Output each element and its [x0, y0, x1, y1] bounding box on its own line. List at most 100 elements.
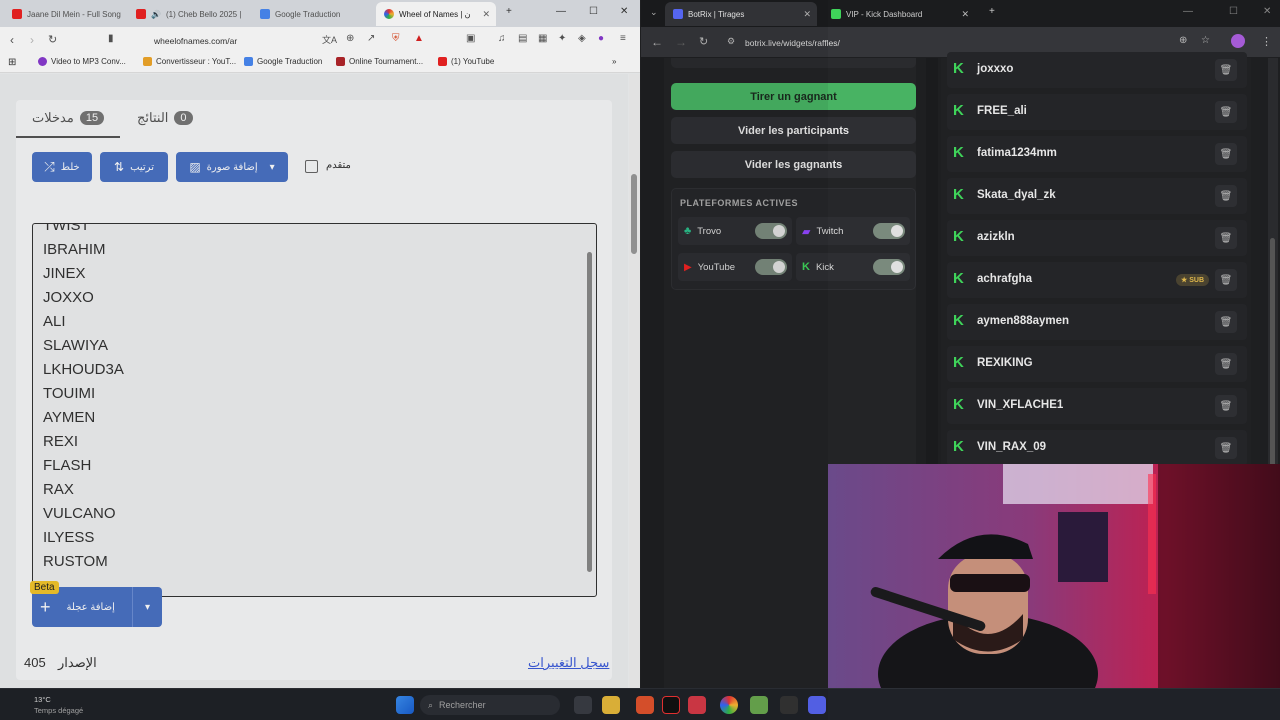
draw-winner-button[interactable]: Tirer un gagnant [671, 83, 916, 110]
bookmark-icon[interactable]: ▮ [108, 33, 114, 44]
sidebar-icon[interactable]: ▣ [466, 33, 475, 44]
site-info-icon[interactable]: ⚙ [727, 36, 735, 47]
trovo-toggle[interactable] [755, 223, 787, 239]
scrollbar-thumb[interactable] [631, 174, 637, 254]
sort-button[interactable]: ⇅ ترتيب [100, 152, 168, 182]
close-tab-icon[interactable]: ✕ [803, 9, 811, 20]
profile-avatar[interactable] [1231, 34, 1245, 48]
minimize-button[interactable]: — [1183, 6, 1193, 17]
brave-shield-icon[interactable]: ⛨ [392, 33, 400, 44]
entries-textarea[interactable]: TWIST IBRAHIM JINEX JOXXO ALI SLAWIYA LK… [32, 223, 597, 597]
profile-icon[interactable]: ● [598, 33, 604, 44]
reload-icon[interactable]: ↻ [699, 35, 708, 48]
bookmark-item[interactable]: Online Tournament... [336, 57, 423, 66]
clear-winners-button[interactable]: Vider les gagnants [671, 151, 916, 178]
browser-tab-active[interactable]: BotRix | Tirages ✕ [665, 2, 817, 26]
maximize-button[interactable]: ☐ [589, 6, 598, 17]
trash-icon[interactable]: 🗑 [1215, 269, 1237, 291]
start-icon[interactable] [396, 696, 414, 714]
weather-temp[interactable]: 13°C [34, 695, 51, 704]
address-bar[interactable]: wheelofnames.com/ar [154, 36, 237, 46]
browser-tab-active[interactable]: Wheel of Names | ن ✕ [376, 2, 496, 26]
bookmark-item[interactable]: (1) YouTube [438, 57, 494, 66]
vpn-icon[interactable]: ◈ [578, 33, 586, 44]
streamer-webcam-image [828, 464, 1280, 688]
tiktok-icon[interactable] [662, 696, 680, 714]
apps-icon[interactable]: ⊞ [8, 57, 16, 68]
back-icon[interactable]: ← [651, 35, 663, 49]
twitch-toggle[interactable] [873, 223, 905, 239]
address-bar[interactable]: botrix.live/widgets/raffles/ [745, 38, 840, 48]
kick-icon: K [953, 354, 964, 371]
zoom-icon[interactable]: ⊕ [346, 33, 354, 44]
forward-icon[interactable]: → [675, 35, 687, 49]
close-tab-icon[interactable]: ✕ [482, 9, 490, 20]
trash-icon[interactable]: 🗑 [1215, 59, 1237, 81]
entry-line: JOXXO [43, 289, 94, 306]
app-t-icon[interactable] [688, 696, 706, 714]
reader-icon[interactable]: ▤ [518, 33, 527, 44]
browser-tab[interactable]: 🔊 (1) Cheb Bello 2025 | [128, 2, 246, 26]
bookmark-item[interactable]: Video to MP3 Conv... [38, 57, 126, 66]
trash-icon[interactable]: 🗑 [1215, 311, 1237, 333]
textarea-scrollbar[interactable] [587, 252, 592, 572]
add-image-button[interactable]: ▨ إضافة صورة ▾ [176, 152, 288, 182]
browser-tab[interactable]: Jaane Dil Mein - Full Song [4, 2, 122, 26]
clear-participants-button[interactable]: Vider les participants [671, 117, 916, 144]
shuffle-icon: ⤮ [44, 159, 55, 174]
trash-icon[interactable]: 🗑 [1215, 185, 1237, 207]
chrome-icon[interactable] [720, 696, 738, 714]
close-window-button[interactable]: ✕ [1263, 6, 1271, 17]
star-icon[interactable]: ☆ [1201, 35, 1210, 46]
kick-toggle[interactable] [873, 259, 905, 275]
shuffle-button[interactable]: ⤮ خلط [32, 152, 92, 182]
tab-entries[interactable]: مدخلات 15 [32, 110, 105, 126]
file-explorer-icon[interactable] [602, 696, 620, 714]
more-bookmarks-icon[interactable]: » [612, 57, 616, 66]
scrollbar-thumb[interactable] [1270, 238, 1275, 488]
tab-results[interactable]: النتائج 0 [137, 110, 193, 126]
bookmark-item[interactable]: Google Traduction [244, 57, 322, 66]
wallet-icon[interactable]: ▦ [538, 33, 547, 44]
reload-icon[interactable]: ↻ [48, 33, 57, 46]
youtube-toggle[interactable] [755, 259, 787, 275]
translate-page-icon[interactable]: 文A [322, 33, 337, 46]
browser-tab[interactable]: VIP - Kick Dashboard ✕ [823, 2, 975, 26]
participant-row: Kazizkln 🗑 [947, 220, 1247, 256]
new-tab-button[interactable]: + [506, 6, 512, 17]
maximize-button[interactable]: ☐ [1229, 6, 1238, 17]
music-icon[interactable]: ♫ [498, 33, 506, 44]
share-icon[interactable]: ↗ [367, 33, 375, 44]
app-stack-icon[interactable] [750, 696, 768, 714]
trash-icon[interactable]: 🗑 [1215, 395, 1237, 417]
extension-icon[interactable]: ✦ [558, 33, 566, 44]
trash-icon[interactable]: 🗑 [1215, 227, 1237, 249]
entry-line: FLASH [43, 457, 92, 474]
discord-icon[interactable] [808, 696, 826, 714]
browser-tab[interactable]: Google Traduction [252, 2, 370, 26]
brave-icon[interactable] [636, 696, 654, 714]
trash-icon[interactable]: 🗑 [1215, 101, 1237, 123]
menu-icon[interactable]: ≡ [620, 33, 626, 44]
new-tab-button[interactable]: + [989, 6, 995, 17]
trash-icon[interactable]: 🗑 [1215, 353, 1237, 375]
advanced-checkbox[interactable] [305, 160, 318, 173]
bookmark-item[interactable]: Convertisseur : YouT... [143, 57, 236, 66]
page-scrollbar[interactable] [629, 74, 640, 688]
kick-icon: K [953, 270, 964, 287]
forward-icon[interactable]: › [30, 33, 34, 47]
minimize-button[interactable]: — [556, 6, 566, 17]
trash-icon[interactable]: 🗑 [1215, 437, 1237, 459]
alert-icon[interactable]: ▲ [414, 33, 424, 44]
menu-icon[interactable]: ⋮ [1261, 35, 1272, 48]
close-window-button[interactable]: ✕ [620, 6, 628, 17]
capcut-icon[interactable] [780, 696, 798, 714]
taskbar-search[interactable]: ⌕ Rechercher [420, 695, 560, 715]
tab-list-icon[interactable]: ⌄ [650, 7, 658, 18]
close-tab-icon[interactable]: ✕ [961, 9, 969, 20]
changelog-link[interactable]: سجل التغييرات [528, 655, 609, 671]
trash-icon[interactable]: 🗑 [1215, 143, 1237, 165]
back-icon[interactable]: ‹ [10, 33, 14, 47]
task-view-icon[interactable] [574, 696, 592, 714]
zoom-icon[interactable]: ⊕ [1179, 35, 1187, 46]
